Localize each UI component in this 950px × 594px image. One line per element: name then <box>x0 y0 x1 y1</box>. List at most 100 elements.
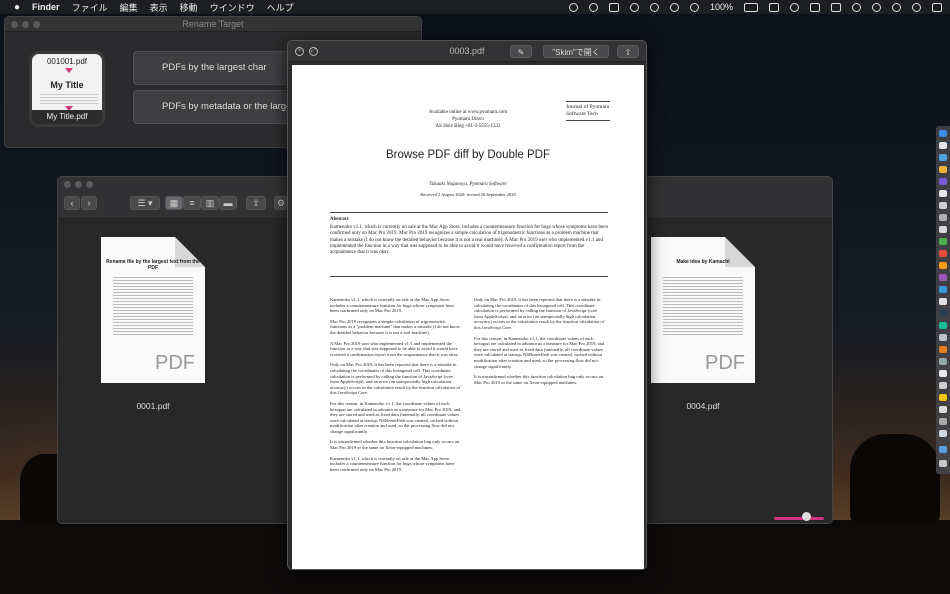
dock-app-icon[interactable] <box>939 262 947 269</box>
volume-icon[interactable] <box>810 2 820 12</box>
minimize-button[interactable] <box>22 21 29 28</box>
thumbnail-text-lines <box>663 277 743 337</box>
close-button[interactable] <box>11 21 18 28</box>
dock-app-icon[interactable] <box>939 238 947 245</box>
icon-view-button[interactable]: ▦ <box>165 196 183 210</box>
article-title: Browse PDF diff by Double PDF <box>385 149 551 161</box>
menu-view[interactable]: 表示 <box>150 1 168 14</box>
quicklook-toolbar: × ⤢ 0003.pdf ✎ "Skim"で開く ⇧ <box>288 41 646 62</box>
file-name[interactable]: 0004.pdf <box>651 401 755 411</box>
icon-size-slider-track[interactable] <box>774 517 824 520</box>
icon-title-text: My Title <box>50 80 84 90</box>
abstract-heading: Abstract <box>330 217 349 222</box>
column-view-button[interactable]: ▥ <box>201 196 219 210</box>
control-center-icon[interactable] <box>872 2 881 12</box>
dock-app-icon[interactable] <box>939 154 947 161</box>
paragraph: It is unconfirmed whether this function … <box>474 374 604 385</box>
body-column-left: Kamenoko v1.1, which is currently on sal… <box>330 297 462 477</box>
forward-button[interactable]: › <box>81 196 97 210</box>
share-button[interactable]: ⇧ <box>617 45 639 58</box>
menu-edit[interactable]: 編集 <box>120 1 138 14</box>
dock-app-icon[interactable] <box>939 370 947 377</box>
file-name[interactable]: 0001.pdf <box>101 401 205 411</box>
fullscreen-icon[interactable]: ⤢ <box>309 47 318 56</box>
action-gear-button[interactable]: ⚙ <box>274 196 288 210</box>
file-item[interactable]: Make idea by Kamachi PDF 0004.pdf <box>651 237 755 411</box>
dock-app-icon[interactable] <box>939 178 947 185</box>
rename-titlebar: Rename Target <box>5 17 421 32</box>
dock-app-icon[interactable] <box>939 190 947 197</box>
zoom-button[interactable] <box>86 181 93 188</box>
gallery-view-button[interactable]: ▬ <box>219 196 237 210</box>
crosshair-icon[interactable] <box>669 2 679 12</box>
dock-app-icon[interactable] <box>939 130 947 137</box>
dock-app-icon[interactable] <box>939 250 947 257</box>
menu-bar: ● Finder ファイル 編集 表示 移動 ウインドウ ヘルプ 100% <box>0 0 950 14</box>
wifi-icon[interactable] <box>790 2 799 12</box>
menu-window[interactable]: ウインドウ <box>210 1 255 14</box>
info-icon[interactable] <box>912 2 921 12</box>
list-view-button[interactable]: ≡ <box>183 196 201 210</box>
time-machine-icon[interactable] <box>892 2 901 12</box>
dock-app-icon[interactable] <box>939 322 947 329</box>
zoom-button[interactable] <box>33 21 40 28</box>
battery-percent[interactable]: 100% <box>710 2 733 12</box>
menu-list-icon[interactable] <box>932 2 942 12</box>
journal-name: Journal of Pyomaru Software Tech <box>566 101 610 121</box>
dock-app-icon[interactable] <box>939 310 947 317</box>
close-icon[interactable]: × <box>295 47 304 56</box>
icon-target-filename: My Title.pdf <box>32 110 102 124</box>
desktop-tree <box>850 434 940 524</box>
bolt-icon[interactable] <box>649 2 659 12</box>
status-area: 100% <box>568 0 942 14</box>
close-button[interactable] <box>64 181 71 188</box>
dock-app-icon[interactable] <box>939 346 947 353</box>
dock-app-icon[interactable] <box>939 286 947 293</box>
dock-app-icon[interactable] <box>939 298 947 305</box>
paragraph: For this reason, in Kamenoko v1.1, the c… <box>330 400 461 434</box>
dock-app-icon[interactable] <box>939 214 947 221</box>
display-icon[interactable] <box>769 2 779 12</box>
dock-app-icon[interactable] <box>939 430 947 437</box>
icon-size-slider-knob[interactable] <box>802 512 811 521</box>
dock-app-icon[interactable] <box>939 418 947 425</box>
pdf-thumbnail: Make idea by Kamachi PDF <box>651 237 755 383</box>
menu-app-name[interactable]: Finder <box>32 2 60 12</box>
dock-app-icon[interactable] <box>939 202 947 209</box>
window-title: Rename Target <box>182 19 244 29</box>
anchor-icon[interactable] <box>629 2 639 12</box>
back-button[interactable]: ‹ <box>64 196 80 210</box>
dock-app-icon[interactable] <box>939 406 947 413</box>
record-icon[interactable] <box>568 2 578 12</box>
bluetooth-icon[interactable] <box>689 2 699 12</box>
thumbnail-text-lines <box>113 277 193 337</box>
mail-icon[interactable] <box>608 2 619 12</box>
rename-app-icon: 001001.pdf My Title My Title.pdf <box>29 51 105 127</box>
markup-button[interactable]: ✎ <box>510 45 532 58</box>
status-app-icon[interactable] <box>588 2 598 12</box>
dock-app-icon[interactable] <box>939 226 947 233</box>
dock-app-icon[interactable] <box>939 358 947 365</box>
share-button[interactable]: ⇧ <box>246 196 266 210</box>
file-item[interactable]: Rename file by the largest text from the… <box>101 237 205 411</box>
open-with-skim-button[interactable]: "Skim"で開く <box>543 45 609 58</box>
trash-icon[interactable] <box>939 460 947 467</box>
dock-app-icon[interactable] <box>939 382 947 389</box>
input-method-icon[interactable] <box>831 2 841 12</box>
paragraph: Kamenoko v1.1, which is currently on sal… <box>330 297 455 314</box>
dock-app-icon[interactable] <box>939 394 947 401</box>
menu-help[interactable]: ヘルプ <box>267 1 294 14</box>
apple-menu-icon[interactable]: ● <box>14 2 20 13</box>
downloads-folder-icon[interactable] <box>939 446 947 453</box>
menu-file[interactable]: ファイル <box>72 1 108 14</box>
minimize-button[interactable] <box>75 181 82 188</box>
dock-app-icon[interactable] <box>939 142 947 149</box>
dock-app-icon[interactable] <box>939 274 947 281</box>
pdf-badge: PDF <box>155 352 195 374</box>
arrange-button[interactable]: ☰ ▾ <box>130 196 160 210</box>
dock-app-icon[interactable] <box>939 166 947 173</box>
menu-go[interactable]: 移動 <box>180 1 198 14</box>
battery-icon[interactable] <box>744 2 758 12</box>
dock-app-icon[interactable] <box>939 334 947 341</box>
search-icon[interactable] <box>852 2 861 12</box>
